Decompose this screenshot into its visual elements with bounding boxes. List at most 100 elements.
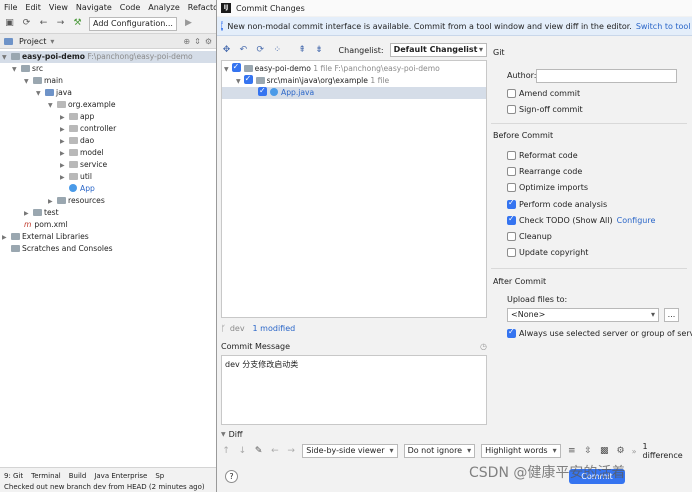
arrow-down-icon[interactable]: ↓ bbox=[237, 446, 247, 457]
tab-terminal[interactable]: Terminal bbox=[31, 472, 61, 480]
viewer-select[interactable]: Side-by-side viewer bbox=[302, 444, 398, 458]
collapse-icon[interactable]: ⇕ bbox=[194, 37, 201, 46]
build-hammer-icon[interactable]: ⚒ bbox=[72, 18, 83, 29]
target-icon[interactable]: ⊕ bbox=[183, 37, 190, 46]
arrow-up-icon[interactable]: ↑ bbox=[221, 446, 231, 457]
tab-spring[interactable]: Sp bbox=[155, 472, 164, 480]
settings-gear-icon[interactable]: ⚙ bbox=[615, 446, 625, 457]
sync-scroll-icon[interactable]: ≡ bbox=[567, 446, 577, 457]
amend-checkbox[interactable] bbox=[507, 89, 516, 98]
cleanup-row[interactable]: Cleanup bbox=[507, 232, 552, 241]
update-copyright-checkbox[interactable] bbox=[507, 248, 516, 257]
change-item-package[interactable]: ▼src\main\java\org\example 1 file bbox=[222, 73, 389, 87]
tab-java-enterprise[interactable]: Java Enterprise bbox=[94, 472, 147, 480]
pin-icon[interactable]: ✥ bbox=[221, 45, 232, 56]
switch-to-tool-window-link[interactable]: Switch to tool window bbox=[636, 22, 692, 31]
prev-file-icon[interactable]: ← bbox=[270, 446, 280, 457]
menu-file[interactable]: File bbox=[0, 3, 21, 12]
author-row: Author: bbox=[507, 71, 537, 80]
tree-item-dao[interactable]: ▶ dao bbox=[0, 135, 94, 147]
signoff-checkbox[interactable] bbox=[507, 105, 516, 114]
forward-icon[interactable]: → bbox=[55, 18, 66, 29]
history-clock-icon[interactable]: ◷ bbox=[480, 342, 487, 354]
save-icon[interactable]: ▣ bbox=[4, 18, 15, 29]
tree-item-external-libraries[interactable]: ▶ External Libraries bbox=[0, 231, 89, 243]
menu-edit[interactable]: Edit bbox=[21, 3, 45, 12]
check-todo-checkbox[interactable] bbox=[507, 214, 516, 225]
tree-item-root[interactable]: ▼ easy-poi-demo F:\panchong\easy-poi-demo bbox=[0, 51, 216, 63]
author-input[interactable] bbox=[536, 69, 677, 83]
chevron-down-icon[interactable]: ▼ bbox=[224, 66, 229, 73]
refresh-icon[interactable]: ⟳ bbox=[255, 45, 266, 56]
menu-analyze[interactable]: Analyze bbox=[144, 3, 184, 12]
tree-item-util[interactable]: ▶ util bbox=[0, 171, 92, 183]
highlight-select[interactable]: Highlight words bbox=[481, 444, 561, 458]
change-item-file[interactable]: App.java bbox=[222, 85, 486, 99]
gear-icon[interactable]: ⚙ bbox=[205, 37, 212, 46]
project-panel-title[interactable]: Project bbox=[19, 37, 46, 46]
tree-item-java[interactable]: ▼ java bbox=[0, 87, 72, 99]
tree-item-org-example[interactable]: ▼ org.example bbox=[0, 99, 116, 111]
modified-count-link[interactable]: 1 modified bbox=[253, 324, 296, 333]
sync-icon[interactable]: ⟳ bbox=[21, 18, 32, 29]
change-checkbox[interactable] bbox=[243, 73, 253, 85]
browse-servers-button[interactable]: ... bbox=[664, 308, 679, 322]
menu-view[interactable]: View bbox=[45, 3, 72, 12]
collapse-all-icon[interactable]: ⇟ bbox=[314, 45, 325, 56]
tree-item-controller[interactable]: ▶ controller bbox=[0, 123, 116, 135]
group-by-icon[interactable]: ⁘ bbox=[272, 45, 283, 56]
chevron-down-icon[interactable]: ▼ bbox=[221, 431, 226, 438]
tree-item-service[interactable]: ▶ service bbox=[0, 159, 107, 171]
lock-icon[interactable]: ▩ bbox=[599, 446, 609, 457]
back-icon[interactable]: ← bbox=[38, 18, 49, 29]
change-checkbox[interactable] bbox=[258, 85, 267, 97]
tab-build[interactable]: Build bbox=[69, 472, 87, 480]
optimize-imports-checkbox[interactable] bbox=[507, 183, 516, 192]
change-checkbox[interactable] bbox=[231, 61, 241, 73]
edit-icon[interactable]: ✎ bbox=[254, 446, 264, 457]
tree-item-model[interactable]: ▶ model bbox=[0, 147, 104, 159]
tree-item-test[interactable]: ▶ test bbox=[0, 207, 59, 219]
rearrange-code-row[interactable]: Rearrange code bbox=[507, 167, 582, 176]
reformat-checkbox[interactable] bbox=[507, 151, 516, 160]
commit-message-input[interactable]: dev 分支修改启动类 bbox=[221, 355, 487, 425]
optimize-imports-row[interactable]: Optimize imports bbox=[507, 183, 588, 192]
cleanup-checkbox[interactable] bbox=[507, 232, 516, 241]
code-analysis-checkbox[interactable] bbox=[507, 198, 516, 209]
signoff-commit-row[interactable]: Sign-off commit bbox=[507, 105, 583, 114]
next-file-icon[interactable]: → bbox=[286, 446, 296, 457]
diff-header[interactable]: ▼ Diff bbox=[221, 428, 687, 440]
always-use-checkbox[interactable] bbox=[507, 327, 516, 338]
perform-code-analysis-row[interactable]: Perform code analysis bbox=[507, 198, 607, 209]
configure-link[interactable]: Configure bbox=[617, 216, 656, 225]
tree-item-main[interactable]: ▼ main bbox=[0, 75, 63, 87]
upload-server-select[interactable]: <None> bbox=[507, 308, 659, 322]
update-copyright-row[interactable]: Update copyright bbox=[507, 248, 588, 257]
menu-code[interactable]: Code bbox=[116, 3, 144, 12]
menu-navigate[interactable]: Navigate bbox=[72, 3, 116, 12]
tree-item-resources[interactable]: ▶ resources bbox=[0, 195, 105, 207]
tree-item-app-class[interactable]: App bbox=[0, 183, 95, 195]
changelist-select[interactable]: Default Changelist bbox=[389, 43, 487, 57]
rearrange-checkbox[interactable] bbox=[507, 167, 516, 176]
more-icon[interactable]: » bbox=[632, 447, 637, 456]
undo-icon[interactable]: ↶ bbox=[238, 45, 249, 56]
check-todo-row[interactable]: Check TODO (Show All) Configure bbox=[507, 214, 656, 225]
tree-item-scratches[interactable]: Scratches and Consoles bbox=[0, 243, 113, 255]
tree-item-src[interactable]: ▼ src bbox=[0, 63, 43, 75]
collapse-unchanged-icon[interactable]: ⇳ bbox=[583, 446, 593, 457]
chevron-down-icon[interactable]: ▾ bbox=[50, 37, 54, 46]
ignore-whitespace-select[interactable]: Do not ignore bbox=[403, 444, 476, 458]
amend-commit-row[interactable]: Amend commit bbox=[507, 89, 580, 98]
run-icon[interactable]: ▶ bbox=[183, 18, 194, 29]
reformat-code-row[interactable]: Reformat code bbox=[507, 151, 578, 160]
add-configuration-button[interactable]: Add Configuration... bbox=[89, 16, 177, 31]
tree-item-pom[interactable]: m pom.xml bbox=[0, 219, 68, 231]
chevron-down-icon[interactable]: ▼ bbox=[236, 78, 241, 85]
help-button[interactable]: ? bbox=[225, 470, 238, 483]
tree-item-app[interactable]: ▶ app bbox=[0, 111, 94, 123]
tab-git[interactable]: 9: Git bbox=[4, 472, 23, 480]
expand-all-icon[interactable]: ⇞ bbox=[297, 45, 308, 56]
change-item-root[interactable]: ▼easy-poi-demo 1 file F:\panchong\easy-p… bbox=[222, 61, 440, 75]
always-use-row[interactable]: Always use selected server or group of s… bbox=[507, 327, 692, 338]
